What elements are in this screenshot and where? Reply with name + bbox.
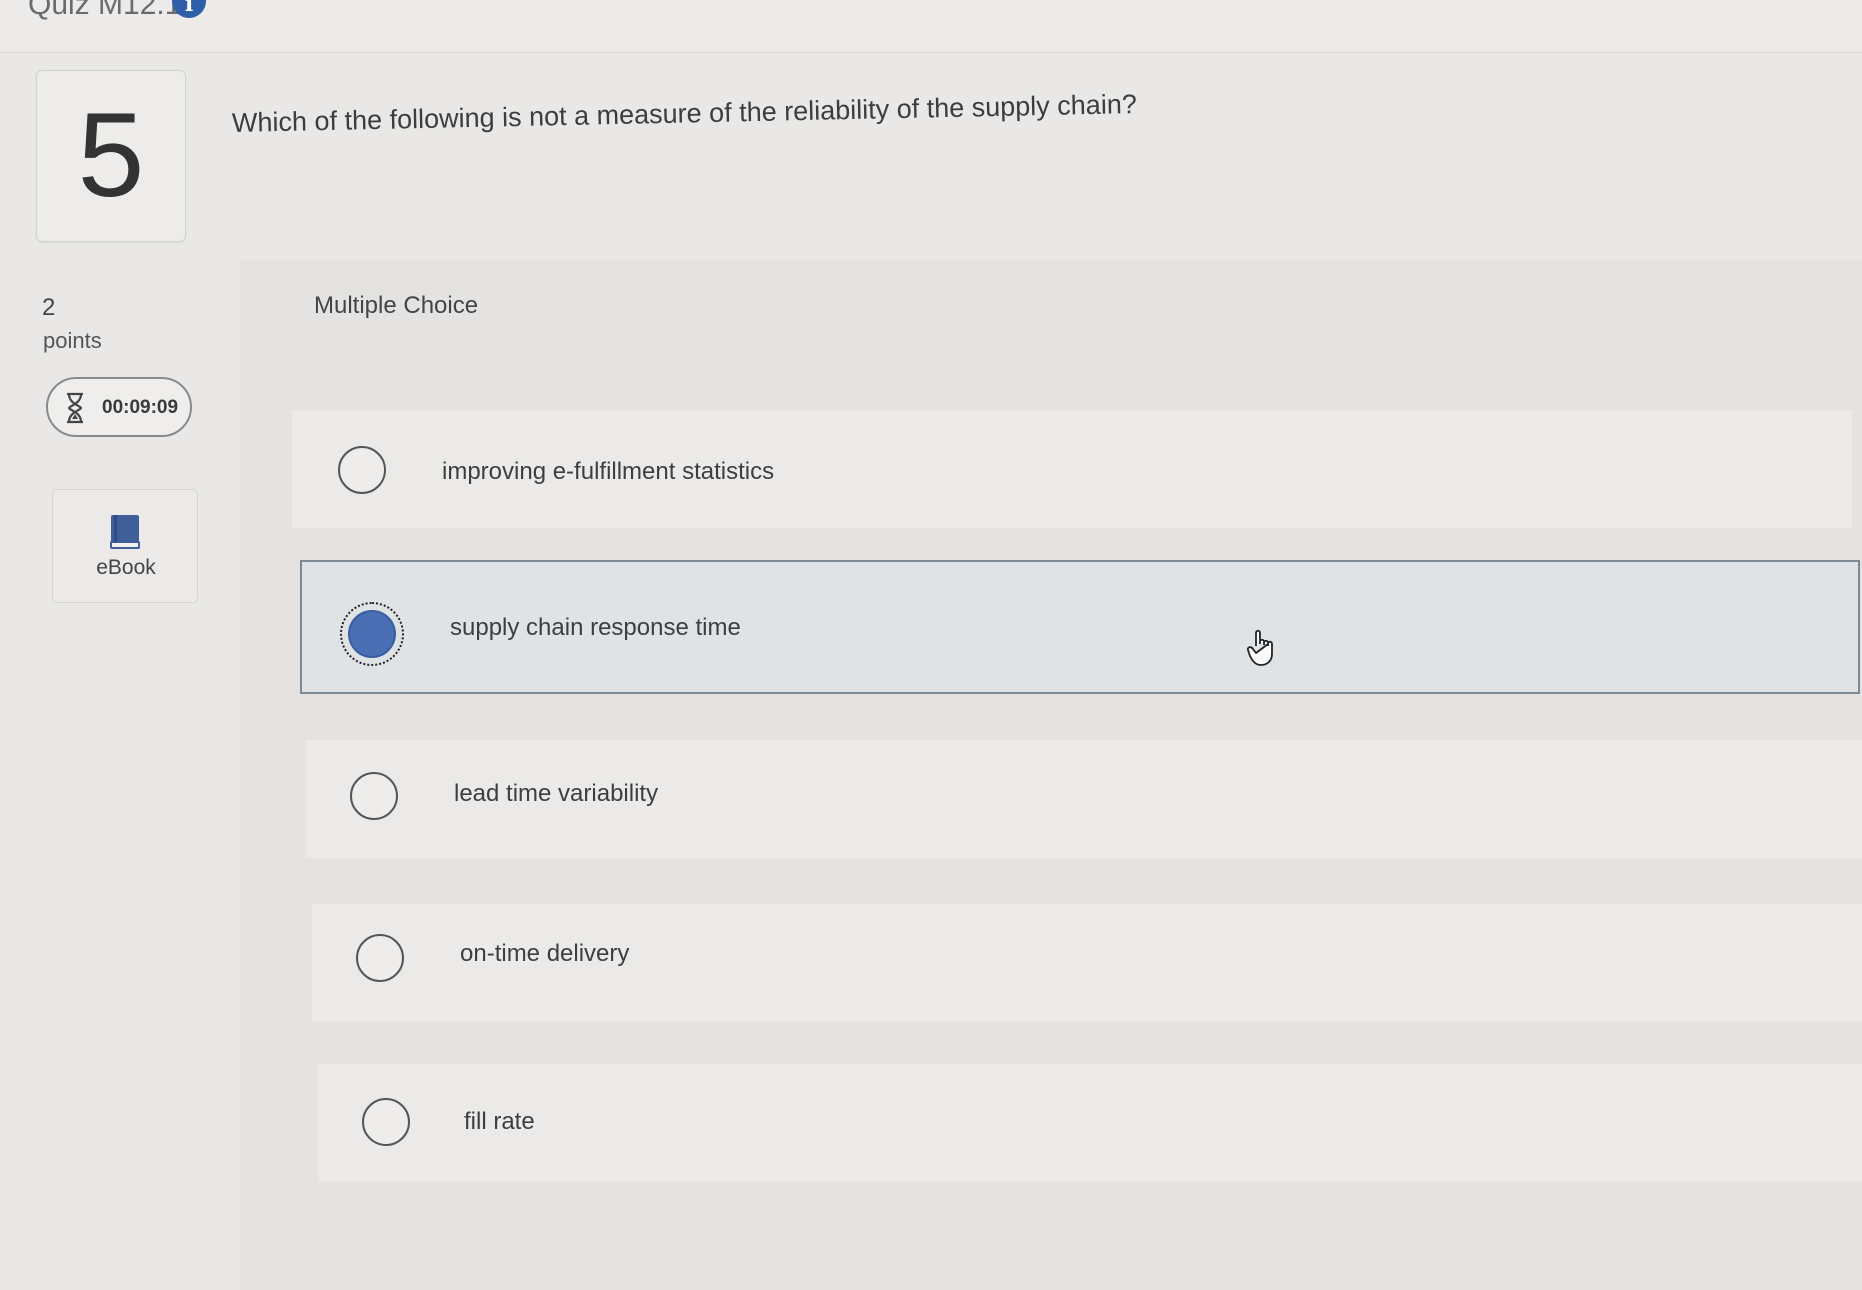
answer-type-label: Multiple Choice — [314, 292, 479, 319]
choice-label: lead time variability — [454, 780, 659, 807]
radio-button[interactable] — [356, 934, 404, 982]
ebook-label: eBook — [96, 556, 156, 579]
choice-label: on-time delivery — [460, 940, 630, 967]
choice-option[interactable]: lead time variability — [306, 740, 1862, 858]
timer-value: 00:09:09 — [102, 397, 179, 418]
choice-label: supply chain response time — [450, 614, 741, 641]
quiz-header: Quiz M12.1 i — [0, 0, 1862, 53]
hourglass-icon — [67, 392, 83, 424]
radio-button-checked[interactable] — [340, 602, 404, 666]
timer[interactable]: 00:09:09 — [46, 377, 192, 437]
question-text: Which of the following is not a measure … — [231, 89, 1138, 138]
book-icon — [110, 515, 140, 549]
points-label: points — [43, 328, 102, 353]
radio-button[interactable] — [362, 1098, 410, 1146]
radio-button[interactable] — [350, 772, 398, 820]
radio-button[interactable] — [338, 446, 386, 494]
quiz-title: Quiz M12.1 — [28, 0, 182, 21]
question-number-box: 5 — [36, 70, 186, 242]
choice-option[interactable]: on-time delivery — [312, 904, 1862, 1022]
ebook-button[interactable]: eBook — [52, 489, 198, 603]
choice-label: fill rate — [464, 1108, 535, 1135]
hand-cursor-icon — [1246, 629, 1273, 666]
choice-option[interactable]: improving e-fulfillment statistics — [292, 410, 1852, 528]
choice-label: improving e-fulfillment statistics — [442, 458, 775, 485]
points-value: 2 — [42, 294, 56, 321]
choice-option[interactable]: fill rate — [318, 1064, 1862, 1182]
choice-option-selected[interactable]: supply chain response time — [300, 560, 1860, 694]
question-number: 5 — [77, 88, 145, 222]
